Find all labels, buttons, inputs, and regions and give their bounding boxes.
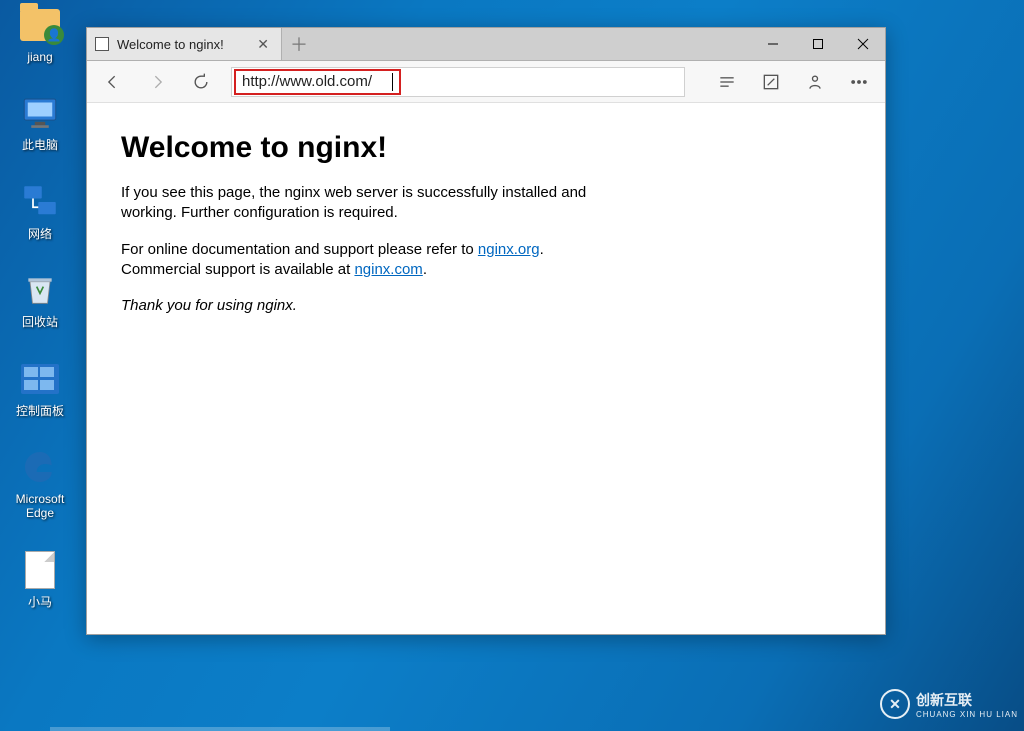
- browser-window: Welcome to nginx! ✕ ＋: [86, 27, 886, 635]
- more-button[interactable]: [845, 68, 873, 96]
- minimize-button[interactable]: [750, 28, 795, 60]
- toolbar: [87, 61, 885, 103]
- back-button[interactable]: [99, 68, 127, 96]
- desktop-icon-label: 回收站: [22, 315, 58, 329]
- titlebar: Welcome to nginx! ✕ ＋: [87, 28, 885, 61]
- this-pc-icon: [19, 92, 61, 134]
- desktop-icon-control-panel[interactable]: 控制面板: [2, 358, 78, 418]
- page-icon: [95, 37, 109, 51]
- desktop-icon-label: Microsoft Edge: [2, 492, 78, 521]
- close-window-button[interactable]: [840, 28, 885, 60]
- folder-user-icon: 👤: [19, 4, 61, 46]
- desktop-icon-user-folder[interactable]: 👤 jiang: [2, 4, 78, 64]
- address-highlight: [234, 69, 401, 95]
- recycle-bin-icon: [19, 269, 61, 311]
- network-icon: [19, 181, 61, 223]
- address-input[interactable]: [242, 73, 392, 90]
- page-thanks: Thank you for using nginx.: [121, 296, 641, 316]
- desktop-icon-label: 控制面板: [16, 404, 64, 418]
- edge-icon: [19, 446, 61, 488]
- desktop-icon-this-pc[interactable]: 此电脑: [2, 92, 78, 152]
- tab-close-button[interactable]: ✕: [253, 36, 273, 53]
- desktop-icon-label: 此电脑: [22, 138, 58, 152]
- desktop-icon-recycle-bin[interactable]: 回收站: [2, 269, 78, 329]
- maximize-button[interactable]: [795, 28, 840, 60]
- page-paragraph-2: For online documentation and support ple…: [121, 240, 641, 281]
- notes-button[interactable]: [757, 68, 785, 96]
- file-icon: [19, 549, 61, 591]
- page-heading: Welcome to nginx!: [121, 131, 851, 165]
- new-tab-button[interactable]: ＋: [282, 28, 316, 60]
- watermark-logo-icon: ✕: [880, 689, 910, 719]
- share-button[interactable]: [801, 68, 829, 96]
- watermark: ✕ 创新互联 CHUANG XIN HU LIAN: [880, 689, 1018, 719]
- text-cursor: [392, 73, 393, 91]
- desktop-icon-label: 小马: [28, 595, 52, 609]
- desktop-icons: 👤 jiang 此电脑 网络 回收站 控制面板 Microsoft Edge: [2, 4, 78, 609]
- control-panel-icon: [19, 358, 61, 400]
- desktop-icon-label: jiang: [27, 50, 52, 64]
- taskbar[interactable]: [50, 727, 390, 731]
- reading-view-button[interactable]: [713, 68, 741, 96]
- page-content: Welcome to nginx! If you see this page, …: [87, 103, 885, 634]
- link-nginx-org[interactable]: nginx.org: [478, 241, 540, 258]
- desktop-icon-file[interactable]: 小马: [2, 549, 78, 609]
- watermark-sub: CHUANG XIN HU LIAN: [916, 710, 1018, 719]
- browser-tab[interactable]: Welcome to nginx! ✕: [87, 28, 282, 60]
- desktop-icon-ms-edge[interactable]: Microsoft Edge: [2, 446, 78, 521]
- desktop-icon-label: 网络: [28, 227, 52, 241]
- page-paragraph-1: If you see this page, the nginx web serv…: [121, 183, 641, 224]
- window-controls: [750, 28, 885, 60]
- address-bar[interactable]: [231, 67, 685, 97]
- forward-button[interactable]: [143, 68, 171, 96]
- watermark-brand: 创新互联: [916, 692, 972, 708]
- tab-title: Welcome to nginx!: [117, 37, 253, 52]
- desktop-icon-network[interactable]: 网络: [2, 181, 78, 241]
- refresh-button[interactable]: [187, 68, 215, 96]
- link-nginx-com[interactable]: nginx.com: [354, 261, 422, 278]
